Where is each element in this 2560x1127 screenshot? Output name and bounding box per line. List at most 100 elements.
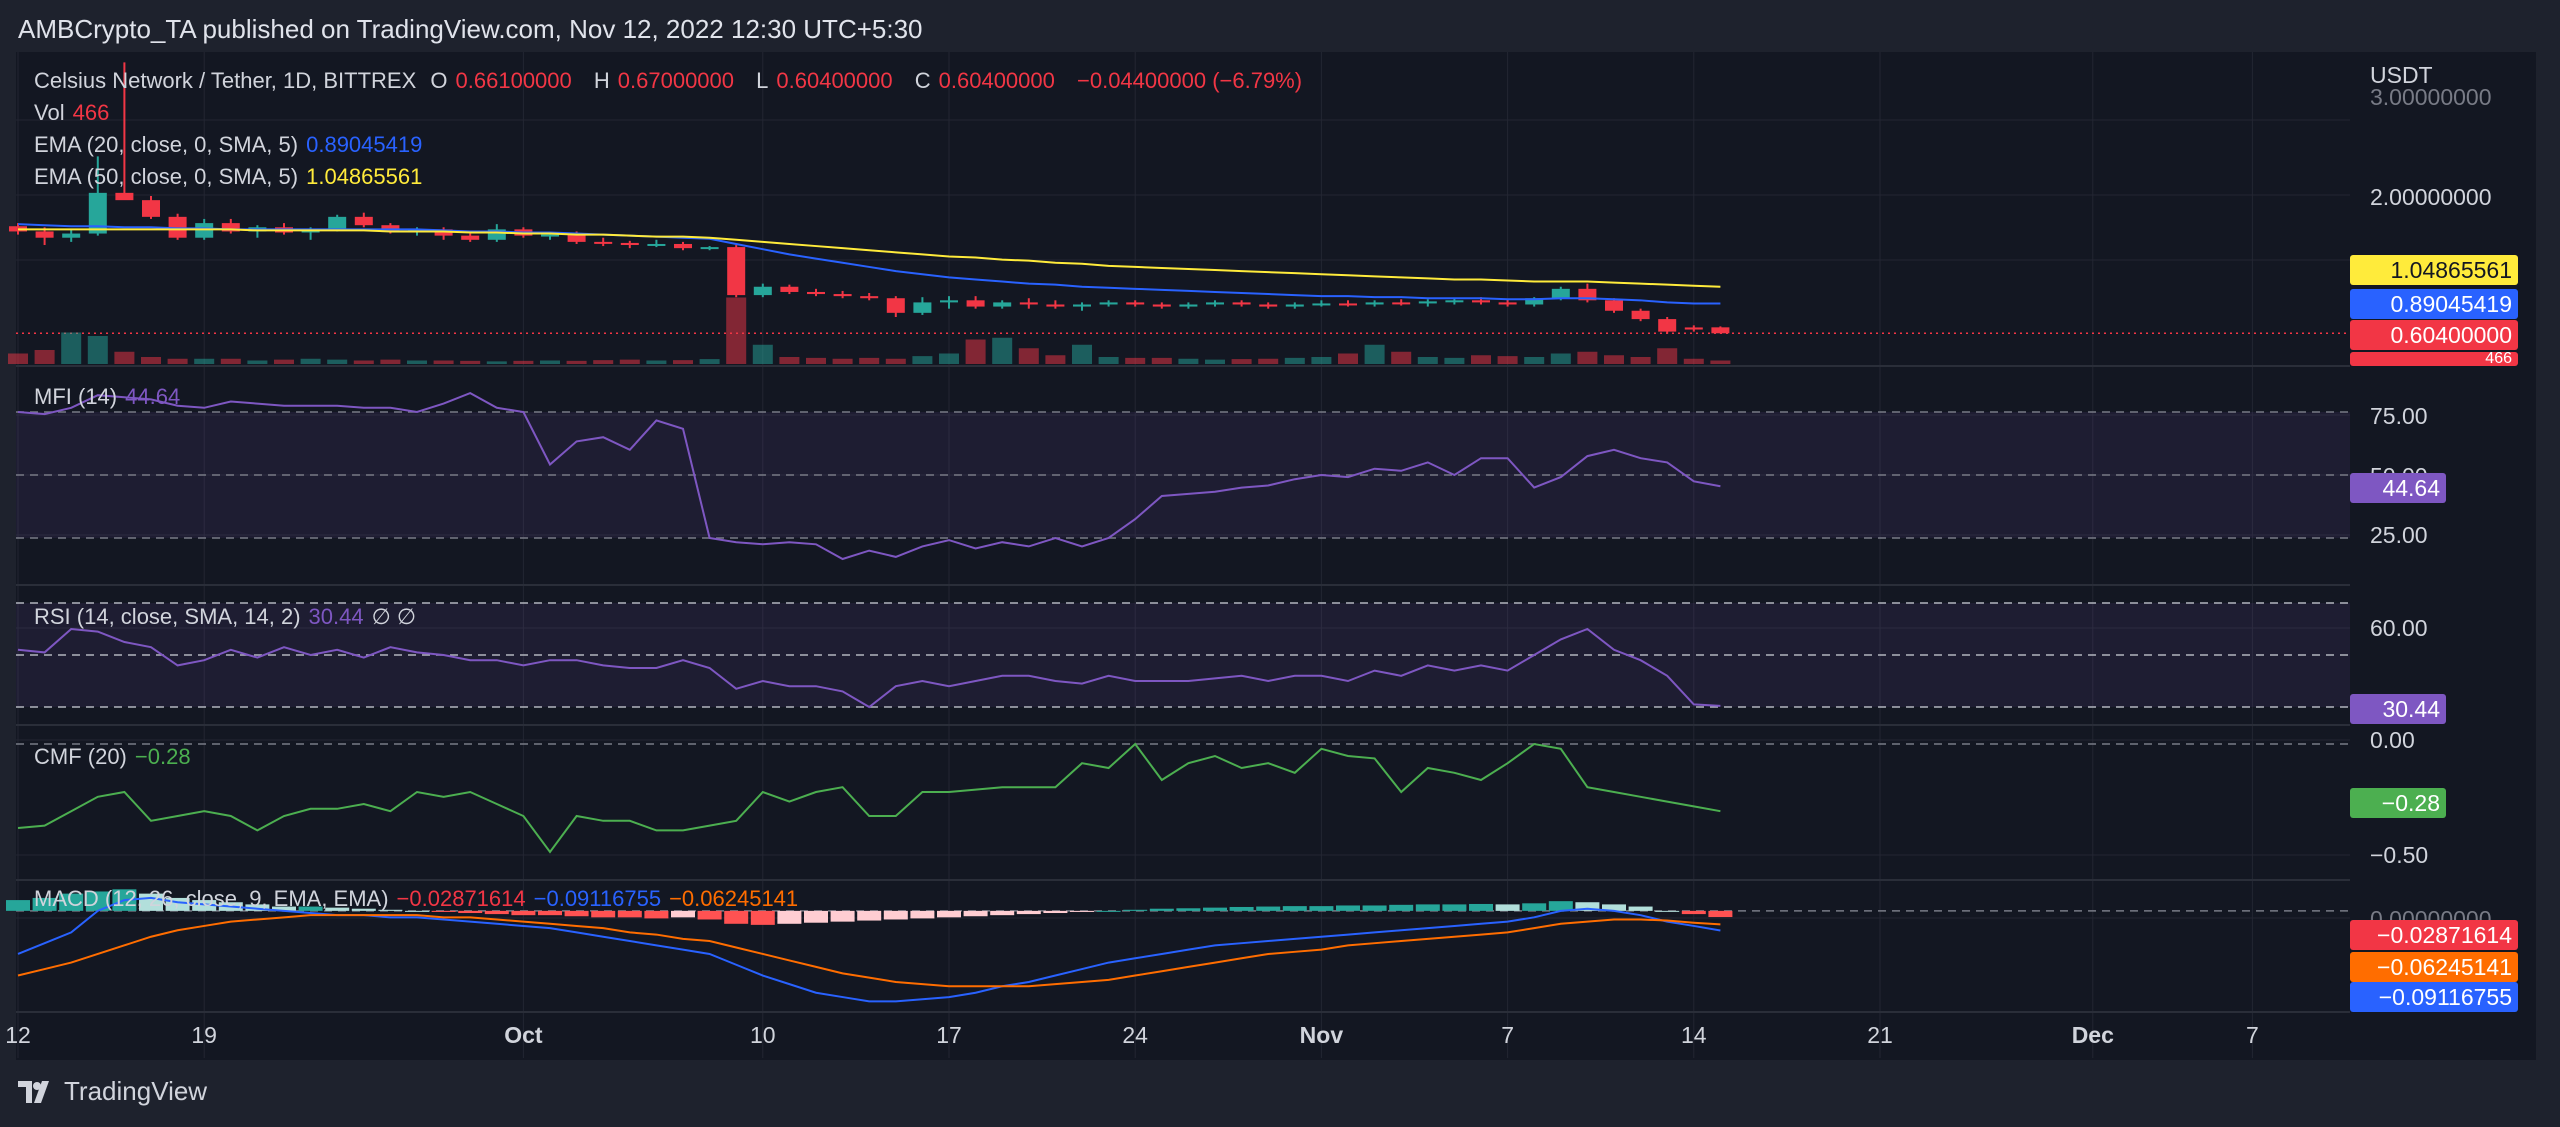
volume-bar bbox=[274, 359, 294, 364]
volume-bar bbox=[1258, 358, 1279, 364]
volume-bar bbox=[407, 360, 427, 364]
x-tick-label: 21 bbox=[1867, 1022, 1893, 1048]
symbol-legend: Celsius Network / Tether, 1D, BITTREX O0… bbox=[34, 68, 1310, 94]
x-tick-label: Dec bbox=[2071, 1022, 2114, 1048]
volume-bar bbox=[513, 360, 534, 364]
macd-hist-bar bbox=[1149, 908, 1174, 911]
rsi-value: 30.44 bbox=[308, 604, 364, 629]
x-tick-label: 14 bbox=[1681, 1022, 1707, 1048]
macd-hist-bar bbox=[1442, 904, 1467, 911]
candle-body bbox=[115, 192, 134, 201]
volume-tag: 466 bbox=[2350, 352, 2518, 366]
candle-body bbox=[966, 300, 985, 307]
volume-bar bbox=[1231, 359, 1252, 364]
candle-body bbox=[1046, 304, 1065, 307]
volume-bar bbox=[992, 337, 1013, 364]
volume-bar bbox=[752, 344, 773, 364]
volume-bar bbox=[1018, 348, 1039, 364]
volume-bar bbox=[220, 358, 241, 364]
macd-hist-bar bbox=[1628, 906, 1653, 911]
volume-bar bbox=[806, 357, 826, 364]
candle-body bbox=[807, 291, 825, 295]
volume-bar bbox=[1471, 355, 1491, 364]
volume-bar bbox=[1710, 360, 1731, 364]
macd-hist-tag: −0.02871614 bbox=[2350, 920, 2518, 950]
cmf-legend: CMF (20) −0.28 bbox=[34, 744, 199, 770]
ema20-price-tag: 0.89045419 bbox=[2350, 289, 2518, 319]
volume-bar bbox=[300, 358, 321, 364]
candle-body bbox=[1232, 302, 1251, 305]
candle-body bbox=[1711, 327, 1730, 334]
mfi-legend: MFI (14) 44.64 bbox=[34, 384, 188, 410]
cmf-label: CMF (20) bbox=[34, 744, 127, 769]
candle-body bbox=[1472, 300, 1490, 303]
macd-hist-bar bbox=[1070, 910, 1094, 912]
macd-label: MACD (12, 26, close, 9, EMA, EMA) bbox=[34, 886, 389, 911]
candle-body bbox=[1658, 319, 1677, 332]
volume-bar bbox=[167, 358, 188, 364]
candle-body bbox=[461, 235, 480, 240]
volume-bar bbox=[353, 360, 374, 364]
candle-body bbox=[1551, 288, 1570, 299]
macd-hist-bar bbox=[1256, 906, 1281, 911]
candle-body bbox=[674, 243, 692, 249]
ema50-label: EMA (50, close, 0, SMA, 5) bbox=[34, 164, 299, 189]
close-label: C bbox=[914, 68, 931, 93]
volume-bar bbox=[1072, 344, 1092, 364]
candle-body bbox=[35, 231, 54, 238]
macd-hist-bar bbox=[1708, 910, 1733, 918]
low-value: 0.60400000 bbox=[776, 68, 893, 93]
volume-bar bbox=[965, 339, 986, 364]
volume-bar bbox=[939, 353, 959, 364]
cmf-tag: −0.28 bbox=[2350, 788, 2446, 818]
volume-bar bbox=[1151, 357, 1172, 364]
macd-hist-bar bbox=[990, 910, 1015, 916]
mfi-tick-75: 75.00 bbox=[2370, 403, 2428, 429]
rsi-legend: RSI (14, close, SMA, 14, 2) 30.44 ∅ ∅ bbox=[34, 604, 424, 630]
macd-hist-bar bbox=[1282, 906, 1307, 911]
volume-bar bbox=[912, 356, 933, 364]
tradingview-footer[interactable]: TradingView bbox=[18, 1076, 207, 1107]
macd-hist-bar bbox=[1016, 910, 1041, 915]
macd-hist-bar bbox=[883, 910, 908, 920]
volume-bar bbox=[327, 359, 348, 364]
candle-body bbox=[541, 234, 559, 237]
mfi-label: MFI (14) bbox=[34, 384, 118, 409]
candle-body bbox=[1179, 304, 1198, 307]
volume-bar bbox=[61, 332, 82, 364]
rsi-tag: 30.44 bbox=[2350, 694, 2446, 724]
cmf-tick-neg05: −0.50 bbox=[2370, 842, 2429, 868]
candle-body bbox=[886, 298, 905, 313]
macd-hist-bar bbox=[1495, 904, 1520, 911]
macd-hist-bar bbox=[697, 910, 722, 920]
candle-body bbox=[647, 243, 666, 246]
candle-body bbox=[727, 247, 746, 296]
candle-body bbox=[700, 247, 719, 250]
macd-hist-bar bbox=[804, 910, 828, 923]
x-tick-label: 19 bbox=[191, 1022, 217, 1048]
macd-signal-tag: −0.06245141 bbox=[2350, 952, 2518, 982]
candle-body bbox=[354, 216, 373, 226]
macd-hist-bar bbox=[750, 910, 775, 925]
macd-line-tag: −0.09116755 bbox=[2350, 982, 2518, 1012]
macd-hist-bar bbox=[1336, 905, 1360, 911]
macd-hist-bar bbox=[1389, 904, 1414, 911]
macd-hist-bar bbox=[1681, 910, 1706, 915]
candle-body bbox=[142, 200, 160, 217]
x-tick-label: 10 bbox=[750, 1022, 776, 1048]
volume-bar bbox=[433, 360, 454, 364]
volume-bar bbox=[247, 360, 268, 364]
macd-hist-bar bbox=[1309, 906, 1334, 911]
volume-bar bbox=[194, 358, 215, 364]
candle-body bbox=[1099, 302, 1118, 305]
open-value: 0.66100000 bbox=[455, 68, 572, 93]
macd-hist-bar bbox=[1655, 910, 1680, 912]
candle-body bbox=[993, 302, 1012, 307]
macd-hist-bar bbox=[1043, 910, 1068, 914]
mfi-value: 44.64 bbox=[125, 384, 181, 409]
macd-hist-bar bbox=[1522, 903, 1547, 911]
x-tick-label: 12 bbox=[5, 1022, 31, 1048]
macd-hist-bar bbox=[6, 900, 30, 911]
high-value: 0.67000000 bbox=[617, 68, 735, 93]
macd-hist-bar bbox=[1469, 903, 1493, 911]
